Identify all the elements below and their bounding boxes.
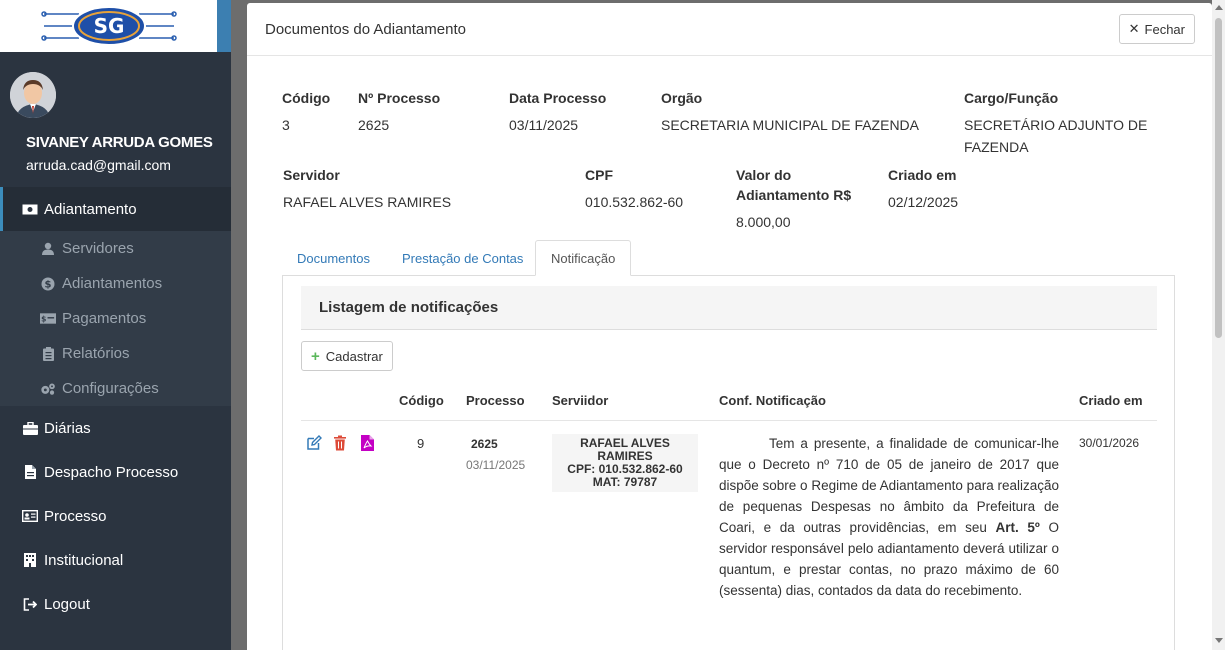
servidor-nome: RAFAEL ALVES RAMIRES bbox=[580, 436, 670, 463]
add-notification-button[interactable]: + Cadastrar bbox=[301, 341, 393, 371]
avatar bbox=[10, 72, 56, 118]
nav-item-adiantamento[interactable]: Adiantamento bbox=[0, 187, 231, 231]
nav-label: Institucional bbox=[44, 551, 124, 569]
nav-label: Diárias bbox=[44, 419, 91, 437]
processo-value: 2625 bbox=[358, 117, 390, 133]
cargo-label: Cargo/Função bbox=[964, 90, 1059, 106]
valor-label-line2: Adiantamento R$ bbox=[736, 187, 852, 203]
logout-icon bbox=[22, 597, 38, 611]
gears-icon bbox=[40, 382, 56, 396]
id-card-icon bbox=[22, 509, 38, 523]
nav-item-pagamentos[interactable]: $ Pagamentos bbox=[0, 301, 231, 336]
pdf-icon[interactable] bbox=[361, 435, 377, 451]
th-criado-em: Criado em bbox=[1079, 393, 1143, 408]
codigo-value: 3 bbox=[282, 117, 290, 133]
cash-icon: $ bbox=[40, 312, 56, 326]
nav-label: Servidores bbox=[62, 240, 134, 257]
cargo-value-line2: FAZENDA bbox=[964, 139, 1029, 155]
th-processo: Processo bbox=[466, 393, 525, 408]
row-notificacao-text: Tem a presente, a finalidade de comunica… bbox=[719, 433, 1059, 601]
close-icon: ✕ bbox=[1128, 21, 1140, 36]
row-codigo: 9 bbox=[417, 436, 425, 451]
close-button[interactable]: ✕ Fechar bbox=[1118, 14, 1195, 44]
notif-bold: Art. 5º bbox=[995, 520, 1040, 535]
criado-value: 02/12/2025 bbox=[888, 194, 959, 210]
data-processo-value: 03/11/2025 bbox=[509, 117, 579, 133]
file-icon bbox=[22, 465, 38, 479]
row-servidor: RAFAEL ALVES RAMIRES CPF: 010.532.862-60… bbox=[552, 434, 698, 492]
scroll-down-icon[interactable] bbox=[1215, 638, 1223, 643]
user-email: arruda.cad@gmail.com bbox=[26, 157, 171, 173]
valor-value: 8.000,00 bbox=[736, 214, 791, 230]
nav-item-institucional[interactable]: Institucional bbox=[0, 538, 231, 582]
tab-notificacao[interactable]: Notificação bbox=[535, 240, 632, 276]
nav-item-servidores[interactable]: Servidores bbox=[0, 231, 231, 266]
clipboard-icon bbox=[40, 346, 56, 361]
th-conf-notificacao: Conf. Notificação bbox=[719, 393, 826, 408]
row-processo-data: 03/11/2025 bbox=[466, 458, 526, 472]
scroll-up-icon[interactable] bbox=[1215, 5, 1223, 10]
svg-text:$: $ bbox=[41, 314, 46, 323]
modal: Documentos do Adiantamento ✕ Fechar Códi… bbox=[247, 3, 1212, 650]
orgao-value: SECRETARIA MUNICIPAL DE FAZENDA bbox=[661, 117, 920, 133]
nav-label: Despacho Processo bbox=[44, 463, 179, 481]
tabs: Documentos Prestação de Contas Notificaç… bbox=[282, 240, 1175, 276]
row-criado: 30/01/2026 bbox=[1079, 436, 1140, 450]
scroll-thumb[interactable] bbox=[1215, 18, 1222, 338]
cpf-value: 010.532.862-60 bbox=[585, 194, 684, 210]
user-name: SIVANEY ARRUDA GOMES bbox=[26, 134, 213, 151]
processo-label: Nº Processo bbox=[358, 90, 441, 106]
scrollbar[interactable] bbox=[1212, 0, 1225, 650]
svg-text:$: $ bbox=[45, 279, 52, 290]
svg-text:SG: SG bbox=[93, 14, 124, 38]
logo[interactable]: SG bbox=[39, 4, 179, 48]
nav-item-despacho-processo[interactable]: Despacho Processo bbox=[0, 450, 231, 494]
close-label: Fechar bbox=[1144, 21, 1185, 37]
nav-item-diarias[interactable]: Diárias bbox=[0, 406, 231, 450]
nav-item-relatorios[interactable]: Relatórios bbox=[0, 336, 231, 371]
nav-item-adiantamentos[interactable]: $ Adiantamentos bbox=[0, 266, 231, 301]
valor-label-line1: Valor do bbox=[736, 167, 792, 183]
money-icon bbox=[22, 202, 38, 216]
logo-bar: SG bbox=[0, 0, 231, 52]
cargo-value-line1: SECRETÁRIO ADJUNTO DE bbox=[964, 117, 1148, 133]
sidebar: SG SIVANEY ARRUDA GOMES arruda.cad@gmail… bbox=[0, 0, 231, 650]
nav-item-processo[interactable]: Processo bbox=[0, 494, 231, 538]
coin-icon: $ bbox=[40, 277, 56, 291]
nav-label: Processo bbox=[44, 507, 107, 525]
nav-label: Configurações bbox=[62, 380, 159, 397]
nav-label: Adiantamentos bbox=[62, 275, 163, 292]
modal-header: Documentos do Adiantamento ✕ Fechar bbox=[247, 3, 1212, 56]
delete-icon[interactable] bbox=[333, 435, 349, 451]
plus-icon: + bbox=[311, 347, 320, 365]
th-codigo: Código bbox=[399, 393, 444, 408]
add-label: Cadastrar bbox=[325, 348, 383, 364]
tab-prestacao-de-contas[interactable]: Prestação de Contas bbox=[387, 240, 538, 276]
building-icon bbox=[22, 553, 38, 567]
table-divider bbox=[301, 420, 1157, 421]
tab-panel: Listagem de notificações + Cadastrar Cód… bbox=[282, 276, 1175, 650]
row-processo: 2625 bbox=[471, 437, 498, 451]
list-title: Listagem de notificações bbox=[301, 286, 1157, 330]
briefcase-icon bbox=[22, 421, 38, 435]
edit-icon[interactable] bbox=[306, 435, 322, 451]
servidor-mat: MAT: 79787 bbox=[592, 475, 658, 489]
nav-label: Pagamentos bbox=[62, 310, 147, 327]
modal-title: Documentos do Adiantamento bbox=[265, 20, 466, 38]
nav-label: Logout bbox=[44, 595, 90, 613]
user-icon bbox=[40, 242, 56, 256]
th-servidor: Serviidor bbox=[552, 393, 609, 408]
tab-documentos[interactable]: Documentos bbox=[282, 240, 385, 276]
codigo-label: Código bbox=[282, 90, 331, 106]
nav-label: Adiantamento bbox=[44, 200, 137, 218]
data-processo-label: Data Processo bbox=[509, 90, 607, 106]
orgao-label: Orgão bbox=[661, 90, 703, 106]
nav-label: Relatórios bbox=[62, 345, 130, 362]
servidor-value: RAFAEL ALVES RAMIRES bbox=[283, 194, 452, 210]
nav-item-logout[interactable]: Logout bbox=[0, 582, 231, 626]
cpf-label: CPF bbox=[585, 167, 613, 183]
criado-label: Criado em bbox=[888, 167, 957, 183]
servidor-label: Servidor bbox=[283, 167, 340, 183]
nav-item-configuracoes[interactable]: Configurações bbox=[0, 371, 231, 406]
